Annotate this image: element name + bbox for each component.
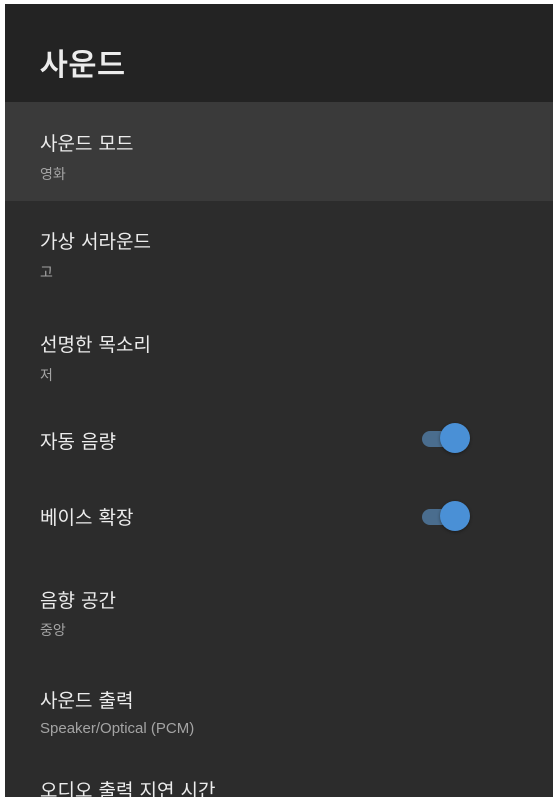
settings-item-sound-output[interactable]: 사운드 출력 Speaker/Optical (PCM) xyxy=(5,664,553,761)
settings-item-title: 베이스 확장 xyxy=(40,507,134,529)
settings-item-value: 고 xyxy=(40,265,53,281)
settings-item-audio-delay[interactable]: 오디오 출력 지연 시간 xyxy=(5,761,553,797)
settings-item-title: 선명한 목소리 xyxy=(40,334,151,356)
toggle-thumb xyxy=(440,501,470,531)
settings-item-title: 음향 공간 xyxy=(40,590,116,612)
page-title: 사운드 xyxy=(40,48,126,83)
settings-item-value: Speaker/Optical (PCM) xyxy=(40,720,195,737)
sound-settings-panel: 사운드 사운드 모드 영화 가상 서라운드 고 선명한 목소리 저 자동 음량 xyxy=(5,4,553,797)
settings-item-title: 자동 음량 xyxy=(40,431,116,453)
settings-item-value: 영화 xyxy=(40,167,66,183)
auto-volume-toggle[interactable] xyxy=(420,423,472,453)
settings-item-clear-voice[interactable]: 선명한 목소리 저 xyxy=(5,306,553,401)
bass-extension-toggle[interactable] xyxy=(420,501,472,531)
settings-item-sound-field[interactable]: 음향 공간 중앙 xyxy=(5,561,553,664)
settings-list: 사운드 모드 영화 가상 서라운드 고 선명한 목소리 저 자동 음량 베이스 … xyxy=(5,102,553,797)
settings-item-bass-extension[interactable]: 베이스 확장 xyxy=(5,481,553,561)
settings-item-virtual-surround[interactable]: 가상 서라운드 고 xyxy=(5,201,553,306)
settings-item-title: 사운드 모드 xyxy=(40,133,134,155)
settings-item-title: 가상 서라운드 xyxy=(40,231,151,253)
toggle-thumb xyxy=(440,423,470,453)
settings-item-sound-mode[interactable]: 사운드 모드 영화 xyxy=(5,102,553,201)
settings-item-auto-volume[interactable]: 자동 음량 xyxy=(5,401,553,481)
settings-item-title: 오디오 출력 지연 시간 xyxy=(40,780,216,797)
settings-item-value: 저 xyxy=(40,368,53,384)
panel-header: 사운드 xyxy=(5,4,553,102)
settings-item-title: 사운드 출력 xyxy=(40,690,134,712)
settings-item-value: 중앙 xyxy=(40,623,66,639)
